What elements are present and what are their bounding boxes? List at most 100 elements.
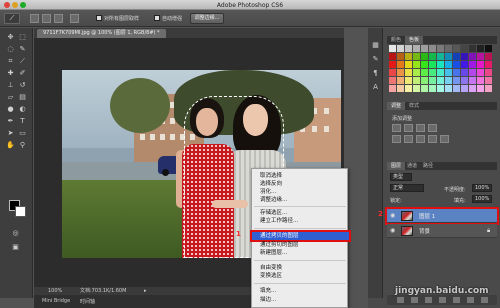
hand-tool-icon[interactable]: ✋	[5, 140, 16, 150]
auto-enhance-checkbox[interactable]	[154, 15, 160, 21]
color-swatch[interactable]	[469, 53, 476, 60]
color-swatch[interactable]	[429, 77, 436, 84]
brush-tool-icon[interactable]: ✐	[17, 68, 28, 78]
color-swatch[interactable]	[429, 61, 436, 68]
color-swatch[interactable]	[421, 77, 428, 84]
color-balance-adjustment-icon[interactable]	[416, 135, 425, 143]
layer-style-icon[interactable]	[411, 297, 418, 303]
visibility-eye-icon[interactable]: ◉	[390, 212, 397, 219]
lasso-tool-icon[interactable]: ◌	[5, 44, 16, 54]
zoom-level[interactable]: 100%	[48, 287, 62, 295]
color-swatch[interactable]	[421, 61, 428, 68]
add-mask-icon[interactable]	[425, 297, 432, 303]
color-swatch[interactable]	[389, 45, 396, 52]
tab-paths[interactable]: 路径	[419, 162, 437, 170]
gradient-tool-icon[interactable]: ▤	[17, 92, 28, 102]
color-swatch[interactable]	[405, 69, 412, 76]
color-swatch[interactable]	[469, 77, 476, 84]
color-swatch[interactable]	[421, 53, 428, 60]
color-swatch[interactable]	[405, 61, 412, 68]
vibrance-adjustment-icon[interactable]	[392, 135, 401, 143]
color-swatch[interactable]	[445, 69, 452, 76]
exposure-adjustment-icon[interactable]	[428, 124, 437, 132]
history-brush-icon[interactable]: ↺	[17, 80, 28, 90]
color-swatch[interactable]	[429, 69, 436, 76]
layer-row-background[interactable]: ◉ 背景 🔒︎	[387, 224, 497, 238]
healing-brush-icon[interactable]: ✚	[5, 68, 16, 78]
new-group-icon[interactable]	[453, 297, 460, 303]
quick-selection-tool-icon[interactable]: ✎	[17, 44, 28, 54]
menu-item-deselect[interactable]: 取消选择	[252, 172, 349, 180]
adjustment-layer-icon[interactable]	[439, 297, 446, 303]
color-swatch[interactable]	[453, 85, 460, 92]
new-selection-icon[interactable]	[30, 14, 39, 23]
blend-mode-select[interactable]: 正常	[390, 184, 424, 192]
marquee-tool-icon[interactable]: ⬚	[17, 32, 28, 42]
document-tab[interactable]: 9711F7K709MI.jpg @ 100% (图层 1, RGB/8#) *	[37, 29, 166, 38]
color-swatch[interactable]	[397, 53, 404, 60]
color-swatch[interactable]	[461, 85, 468, 92]
color-swatch[interactable]	[485, 45, 492, 52]
color-swatch[interactable]	[461, 45, 468, 52]
menu-item-new-layer[interactable]: 新建图层...	[252, 249, 349, 257]
character-panel-icon[interactable]: A	[370, 82, 381, 92]
color-swatch[interactable]	[469, 45, 476, 52]
menu-item-layer-via-copy[interactable]: 通过拷贝的图层	[250, 230, 351, 242]
levels-adjustment-icon[interactable]	[404, 124, 413, 132]
color-swatch[interactable]	[485, 77, 492, 84]
add-selection-icon[interactable]	[42, 14, 51, 23]
color-swatch[interactable]	[477, 85, 484, 92]
color-swatch[interactable]	[405, 85, 412, 92]
color-swatch[interactable]	[413, 45, 420, 52]
tab-color[interactable]: 颜色	[387, 36, 405, 44]
eraser-tool-icon[interactable]: ▱	[5, 92, 16, 102]
color-swatch[interactable]	[453, 61, 460, 68]
color-swatch[interactable]	[477, 77, 484, 84]
opacity-input[interactable]: 100%	[472, 184, 492, 192]
color-swatch[interactable]	[421, 45, 428, 52]
color-swatch[interactable]	[397, 69, 404, 76]
layer-name[interactable]: 图层 1	[419, 212, 435, 220]
tool-preset-picker[interactable]: ⟋	[4, 13, 20, 24]
color-swatch[interactable]	[445, 85, 452, 92]
blur-tool-icon[interactable]: ●	[5, 104, 16, 114]
crop-tool-icon[interactable]: ⌗	[5, 56, 16, 66]
black-white-adjustment-icon[interactable]	[428, 135, 437, 143]
menu-item-stroke[interactable]: 描边...	[252, 296, 349, 304]
color-swatch[interactable]	[413, 53, 420, 60]
color-swatch[interactable]	[437, 61, 444, 68]
sample-all-layers-checkbox[interactable]	[96, 15, 102, 21]
color-swatch[interactable]	[469, 85, 476, 92]
fill-input[interactable]: 100%	[472, 195, 492, 203]
color-swatch[interactable]	[397, 61, 404, 68]
timeline-tab[interactable]: 时间轴	[80, 298, 95, 305]
color-swatch[interactable]	[437, 77, 444, 84]
color-swatch[interactable]	[421, 85, 428, 92]
menu-item-feather[interactable]: 羽化...	[252, 188, 349, 196]
color-swatch[interactable]	[397, 45, 404, 52]
color-swatch[interactable]	[453, 45, 460, 52]
brush-size-icon[interactable]	[70, 14, 79, 23]
brightness-adjustment-icon[interactable]	[392, 124, 401, 132]
color-swatch[interactable]	[445, 61, 452, 68]
new-layer-icon[interactable]	[467, 297, 474, 303]
color-swatch[interactable]	[461, 61, 468, 68]
color-swatch[interactable]	[437, 85, 444, 92]
quick-mask-icon[interactable]: ◎	[10, 228, 21, 238]
color-swatch[interactable]	[397, 85, 404, 92]
layer-name[interactable]: 背景	[419, 227, 430, 235]
visibility-eye-icon[interactable]: ◉	[390, 227, 397, 234]
color-swatch[interactable]	[461, 53, 468, 60]
move-tool-icon[interactable]: ✥	[5, 32, 16, 42]
color-swatch[interactable]	[477, 61, 484, 68]
color-swatch[interactable]	[405, 45, 412, 52]
color-swatch[interactable]	[413, 69, 420, 76]
tab-adjustments[interactable]: 调整	[387, 102, 406, 110]
color-swatch[interactable]	[429, 45, 436, 52]
menu-item-fill[interactable]: 填充...	[252, 287, 349, 295]
color-swatch[interactable]	[453, 69, 460, 76]
color-swatch[interactable]	[429, 85, 436, 92]
color-swatch[interactable]	[389, 77, 396, 84]
tab-styles[interactable]: 样式	[405, 102, 423, 110]
color-swatch[interactable]	[477, 53, 484, 60]
